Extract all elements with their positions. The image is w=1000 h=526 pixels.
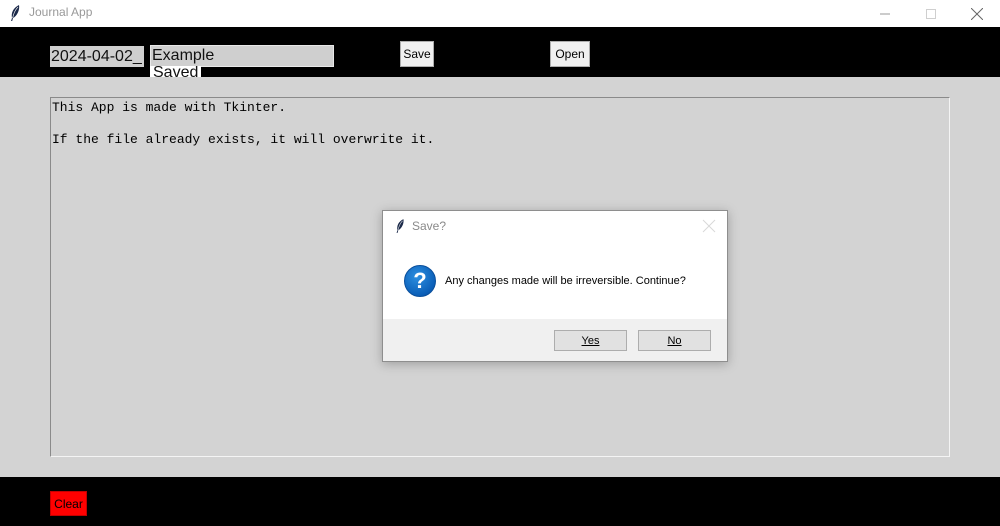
filename-entry[interactable]: Example: [150, 45, 334, 67]
save-confirm-dialog: Save? ? Any changes made will be irrever…: [382, 210, 728, 362]
question-icon: ?: [404, 265, 436, 297]
dialog-title: Save?: [412, 219, 447, 233]
close-icon: [971, 7, 983, 20]
yes-button[interactable]: Yes: [554, 330, 627, 351]
maximize-icon: [926, 8, 936, 19]
no-button[interactable]: No: [638, 330, 711, 351]
feather-icon: [11, 5, 20, 21]
yes-label: Yes: [581, 334, 600, 347]
minimize-icon: [880, 13, 890, 14]
maximize-button[interactable]: [908, 0, 954, 27]
no-label: No: [667, 334, 682, 347]
clear-button[interactable]: Clear: [50, 491, 87, 516]
dialog-footer: Yes No: [383, 319, 727, 361]
close-icon[interactable]: [702, 219, 716, 233]
title-bar: Journal App: [0, 0, 1000, 27]
save-button[interactable]: Save: [400, 41, 434, 67]
minimize-button[interactable]: [862, 0, 908, 27]
date-entry[interactable]: 2024-04-02_: [50, 46, 144, 67]
close-button[interactable]: [954, 0, 1000, 27]
top-toolbar: 2024-04-02_ Example Saved Save Open: [0, 27, 1000, 80]
feather-icon: [396, 219, 404, 233]
bottom-toolbar: Clear: [0, 477, 1000, 526]
window-title: Journal App: [29, 5, 93, 19]
open-button[interactable]: Open: [550, 41, 590, 67]
text-line: If the file already exists, it will over…: [52, 132, 435, 147]
dialog-message: Any changes made will be irreversible. C…: [445, 275, 686, 287]
text-line: This App is made with Tkinter.: [52, 100, 287, 115]
